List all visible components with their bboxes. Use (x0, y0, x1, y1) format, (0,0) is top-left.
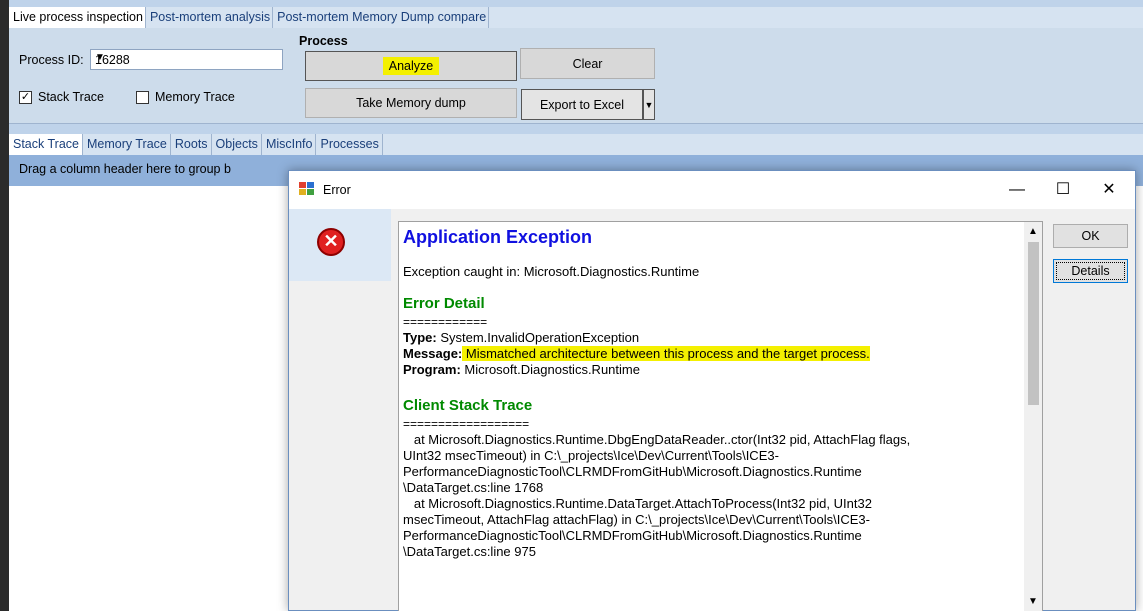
exception-caught-in: Exception caught in: Microsoft.Diagnosti… (403, 264, 700, 279)
close-icon[interactable]: ✕ (1086, 177, 1132, 205)
type-label: Type: (403, 330, 437, 345)
program-row: Program: Microsoft.Diagnostics.Runtime (403, 362, 1021, 378)
message-value: Mismatched architecture between this pro… (462, 346, 870, 361)
stack-line: \DataTarget.cs:line 975 (403, 544, 536, 559)
stack-trace-checkbox[interactable]: ✓ Stack Trace (19, 90, 104, 104)
exception-text: Application Exception Exception caught i… (403, 226, 1021, 560)
scroll-down-icon[interactable]: ▼ (1028, 596, 1038, 607)
process-group-title: Process (299, 34, 348, 48)
tab-roots[interactable]: Roots (171, 134, 212, 155)
exception-details-box[interactable]: Application Exception Exception caught i… (398, 221, 1043, 611)
program-value: Microsoft.Diagnostics.Runtime (460, 362, 640, 377)
stack-line: at Microsoft.Diagnostics.Runtime.DbgEngD… (403, 432, 911, 447)
icon-pane: ✕ (289, 209, 391, 281)
tab-post-mortem-analysis[interactable]: Post-mortem analysis (146, 7, 274, 28)
stack-line: \DataTarget.cs:line 1768 (403, 480, 544, 495)
process-id-combo[interactable]: 16288 ▼ (90, 49, 283, 70)
analyze-button[interactable]: Analyze (305, 51, 517, 81)
vertical-scrollbar[interactable]: ▲ ▼ (1024, 222, 1042, 611)
export-dropdown-arrow-icon[interactable]: ▼ (643, 89, 655, 120)
exception-heading: Application Exception (403, 227, 593, 247)
tab-objects[interactable]: Objects (212, 134, 262, 155)
chevron-down-icon[interactable]: ▼ (95, 52, 278, 63)
process-id-label: Process ID: (19, 53, 84, 67)
stack-line: PerformanceDiagnosticTool\CLRMDFromGitHu… (403, 464, 862, 479)
checked-icon[interactable]: ✓ (19, 90, 32, 104)
error-icon: ✕ (317, 228, 345, 256)
unchecked-box[interactable] (136, 90, 149, 104)
program-label: Program: (403, 362, 461, 377)
stack-line: PerformanceDiagnosticTool\CLRMDFromGitHu… (403, 528, 862, 543)
error-dialog: Error — ☐ ✕ ✕ Application Exception Exce… (288, 170, 1136, 611)
separator: ================== (403, 417, 530, 431)
clear-button[interactable]: Clear (520, 48, 655, 79)
message-label: Message: (403, 346, 463, 361)
analyze-button-label: Analyze (382, 57, 440, 75)
tab-post-mortem-memory-dump-compare[interactable]: Post-mortem Memory Dump compare (273, 7, 490, 28)
app-icon (299, 182, 315, 196)
minimize-icon[interactable]: — (994, 177, 1040, 205)
dialog-title-bar[interactable]: Error — ☐ ✕ (289, 171, 1135, 209)
take-memory-dump-button[interactable]: Take Memory dump (305, 88, 517, 118)
stack-line: msecTimeout, AttachFlag attachFlag) in C… (403, 512, 870, 527)
scroll-up-icon[interactable]: ▲ (1028, 226, 1038, 237)
tab-live-process-inspection[interactable]: Live process inspection (9, 7, 146, 28)
tab-miscinfo[interactable]: MiscInfo (262, 134, 317, 155)
message-row: Message: Mismatched architecture between… (403, 346, 1021, 362)
ok-button[interactable]: OK (1053, 224, 1128, 248)
memory-trace-checkbox-label: Memory Trace (155, 90, 235, 104)
stack-line: at Microsoft.Diagnostics.Runtime.DataTar… (403, 496, 872, 511)
tab-stack-trace[interactable]: Stack Trace (9, 134, 83, 155)
export-to-excel-button[interactable]: Export to Excel (521, 89, 643, 120)
maximize-icon[interactable]: ☐ (1040, 177, 1086, 205)
tab-processes[interactable]: Processes (316, 134, 383, 155)
scroll-thumb[interactable] (1028, 242, 1039, 405)
separator: ============ (403, 315, 488, 329)
dialog-title: Error (323, 183, 351, 197)
stack-line: UInt32 msecTimeout) in C:\_projects\Ice\… (403, 448, 779, 463)
details-button[interactable]: Details (1053, 259, 1128, 283)
memory-trace-checkbox[interactable]: Memory Trace (136, 90, 235, 104)
type-value: System.InvalidOperationException (436, 330, 640, 345)
client-stack-trace-heading: Client Stack Trace (403, 397, 533, 414)
type-row: Type: System.InvalidOperationException (403, 330, 1021, 346)
control-panel: Process ID: 16288 ▼ ✓ Stack Trace Memory… (9, 28, 1143, 124)
sub-tab-strip: Stack Trace Memory Trace Roots Objects M… (9, 134, 1143, 155)
tab-memory-trace[interactable]: Memory Trace (83, 134, 171, 155)
top-tab-strip: Live process inspection Post-mortem anal… (9, 7, 1143, 28)
stack-trace-checkbox-label: Stack Trace (38, 90, 104, 104)
error-detail-heading: Error Detail (403, 295, 485, 312)
group-by-hint: Drag a column header here to group b (19, 162, 231, 176)
